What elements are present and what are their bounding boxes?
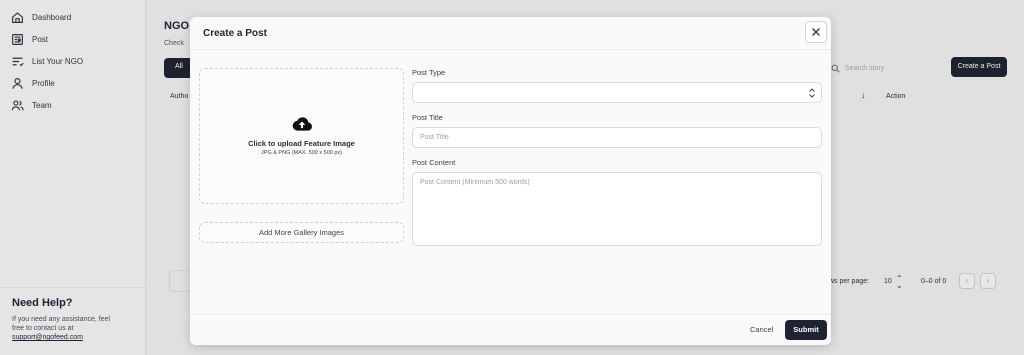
cloud-upload-icon [292,117,312,131]
post-content-textarea[interactable]: Post Content (Minimum 500 words) [412,172,822,246]
submit-button[interactable]: Submit [785,320,827,340]
post-type-label: Post Type [412,68,446,77]
post-title-input[interactable]: Post Title [412,127,822,148]
close-button[interactable] [805,21,827,43]
upload-note: JPG & PNG (MAX. 500 x 500 px) [260,150,342,156]
cancel-button[interactable]: Cancel [750,325,773,334]
upload-title: Click to upload Feature Image [248,139,355,148]
feature-image-upload[interactable]: Click to upload Feature Image JPG & PNG … [199,68,404,204]
add-gallery-images-button[interactable]: Add More Gallery Images [199,222,404,243]
modal-footer: Cancel Submit [190,314,831,345]
modal-title: Create a Post [203,28,267,39]
chevron-up-down-icon [809,88,815,98]
create-post-modal: Create a Post Click to upload Feature Im… [190,17,831,345]
post-type-select[interactable] [412,82,822,103]
modal-header: Create a Post [190,17,831,50]
post-title-label: Post Title [412,113,443,122]
close-icon [812,28,820,36]
post-content-label: Post Content [412,158,456,167]
